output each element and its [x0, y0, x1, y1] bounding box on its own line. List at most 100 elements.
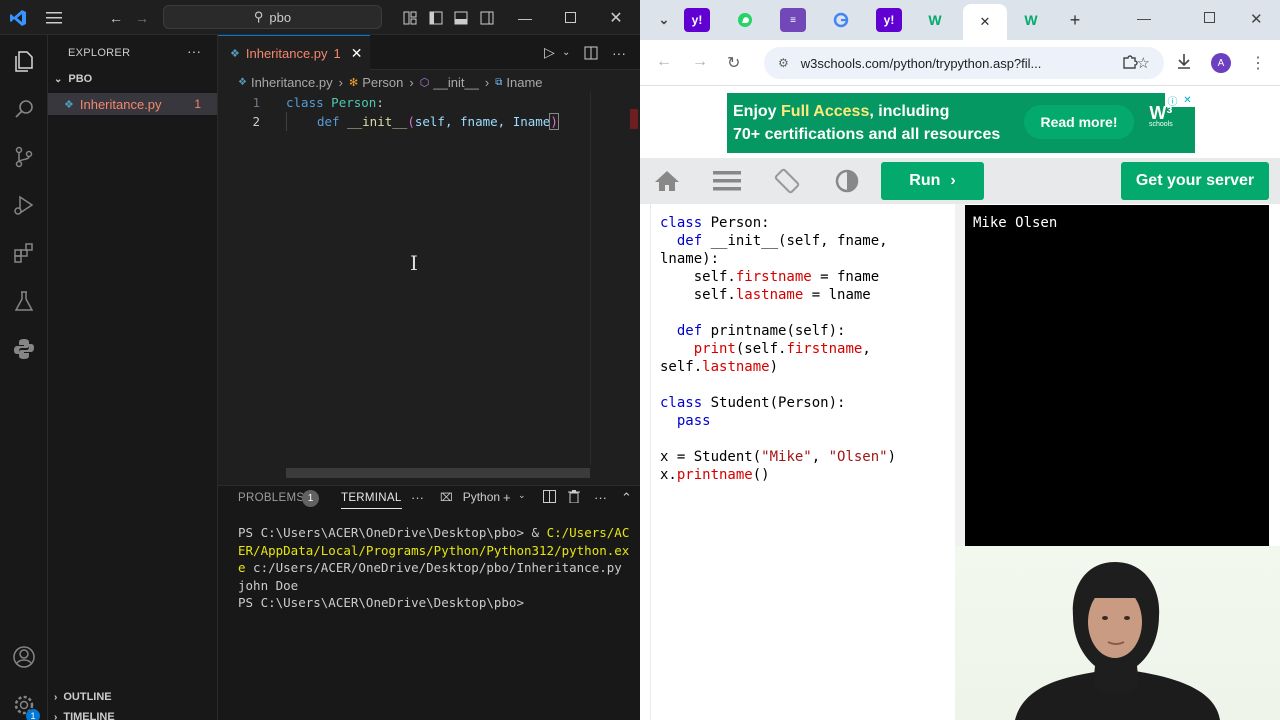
terminal-shell-selector[interactable]: ⌧ Python — [440, 490, 500, 504]
tab-problem-count: 1 — [333, 45, 341, 61]
breadcrumb-file[interactable]: Inheritance.py — [251, 75, 333, 90]
forward-arrow-icon[interactable]: → — [130, 0, 154, 35]
run-debug-icon[interactable] — [0, 181, 48, 229]
terminal-command-line: PS C:\Users\ACER\OneDrive\Desktop\pbo> &… — [238, 524, 630, 577]
get-server-button[interactable]: Get your server — [1121, 162, 1269, 200]
variable-symbol-icon: ⧉ — [495, 76, 503, 88]
back-arrow-icon[interactable]: ← — [104, 0, 128, 35]
breadcrumb-method[interactable]: __init__ — [433, 75, 479, 90]
new-tab-icon[interactable]: + — [1062, 8, 1088, 32]
split-terminal-icon[interactable] — [543, 490, 556, 503]
editor-more-icon[interactable]: ··· — [612, 35, 626, 70]
search-view-icon[interactable] — [0, 85, 48, 133]
accounts-icon[interactable] — [0, 633, 48, 681]
rotate-orientation-icon[interactable] — [767, 166, 807, 196]
breadcrumb: ❖ Inheritance.py › ✻ Person › ⬡ __init__… — [238, 73, 543, 91]
terminal-dropdown-icon[interactable]: ⌄ — [518, 490, 526, 501]
problems-badge: 1 — [302, 490, 319, 507]
terminal-arg: c:/Users/ACER/OneDrive/Desktop/pbo/Inher… — [245, 560, 622, 575]
url-text: w3schools.com/python/trypython.asp?fil..… — [800, 55, 1042, 71]
tab-terminal[interactable]: TERMINAL — [341, 492, 402, 509]
minimap[interactable] — [590, 91, 638, 465]
menu-icon[interactable] — [40, 0, 68, 35]
maximize-panel-icon[interactable]: ⌃ — [621, 490, 632, 506]
ad-banner[interactable]: Enjoy Full Access, including 70+ certifi… — [727, 93, 1195, 153]
chrome-window: ⌄ y! ≡ y! W ✕ W + — ✕ ← → ↻ ⚙ w3schools.… — [640, 0, 1280, 720]
panel-more-icon[interactable]: ··· — [411, 490, 424, 505]
tab-yahoo-1[interactable]: y! — [684, 8, 710, 32]
command-center-search[interactable]: ⚲ pbo — [163, 5, 382, 29]
bookmark-star-icon[interactable]: ☆ — [1137, 54, 1150, 72]
reload-icon[interactable]: ↻ — [727, 53, 740, 73]
tab-yahoo-2[interactable]: y! — [876, 8, 902, 32]
breadcrumb-variable[interactable]: Iname — [506, 75, 542, 90]
new-terminal-icon[interactable]: + — [503, 490, 511, 505]
ad-choices[interactable]: ⓘ ✕ — [1165, 93, 1195, 108]
run-button[interactable]: Run › — [881, 162, 984, 200]
profile-avatar[interactable]: A — [1211, 53, 1231, 73]
tab-inheritance[interactable]: ❖ Inheritance.py 1 ✕ — [218, 35, 370, 70]
minimize-icon[interactable]: — — [1137, 10, 1151, 26]
ad-info-icon[interactable]: ⓘ — [1165, 93, 1180, 108]
download-icon[interactable] — [1176, 53, 1192, 74]
tab-google-icon[interactable] — [828, 8, 854, 32]
timeline-section[interactable]: › TIMELINE — [54, 711, 115, 720]
close-window-icon[interactable]: ✕ — [605, 0, 627, 35]
extensions-puzzle-icon[interactable] — [1122, 53, 1138, 74]
maximize-icon[interactable] — [559, 0, 581, 35]
text-cursor-icon: I — [410, 251, 418, 275]
toggle-secondary-sidebar-icon[interactable] — [477, 0, 497, 35]
run-dropdown-icon[interactable]: ⌄ — [562, 35, 570, 70]
customize-layout-icon[interactable] — [400, 0, 420, 35]
hamburger-menu-icon[interactable] — [707, 166, 747, 196]
explorer-icon[interactable] — [0, 37, 48, 85]
toggle-panel-icon[interactable] — [451, 0, 471, 35]
horizontal-scrollbar[interactable] — [286, 468, 590, 478]
split-editor-icon[interactable] — [584, 35, 598, 70]
close-window-icon[interactable]: ✕ — [1250, 10, 1263, 28]
chrome-menu-icon[interactable]: ⋮ — [1250, 53, 1266, 73]
manage-gear-icon[interactable]: 1 — [0, 681, 48, 720]
python-icon[interactable] — [0, 325, 48, 373]
breadcrumb-class[interactable]: Person — [362, 75, 403, 90]
close-tab-icon[interactable]: ✕ — [351, 45, 363, 62]
tab-w3schools-active[interactable]: ✕ — [963, 4, 1007, 40]
back-icon[interactable]: ← — [656, 53, 672, 71]
ad-close-icon[interactable]: ✕ — [1180, 93, 1195, 107]
more-actions-icon[interactable]: ··· — [187, 43, 201, 59]
run-file-icon[interactable]: ▷ — [544, 35, 555, 70]
file-label: Inheritance.py — [79, 96, 162, 112]
tab-forms[interactable]: ≡ — [780, 8, 806, 32]
tryit-code-editor[interactable]: class Person: def __init__(self, fname, … — [650, 204, 955, 720]
folder-pbo[interactable]: ⌄ PBO — [54, 73, 92, 85]
line-2-content: def __init__(self, fname, Iname) — [317, 113, 559, 130]
read-more-button[interactable]: Read more! — [1024, 105, 1134, 139]
tab-w3schools-1[interactable]: W — [922, 8, 948, 32]
toggle-sidebar-icon[interactable] — [426, 0, 446, 35]
tab-w3schools-2[interactable]: W — [1018, 8, 1044, 32]
extensions-icon[interactable] — [0, 229, 48, 277]
minimize-icon[interactable]: — — [514, 0, 536, 35]
testing-flask-icon[interactable] — [0, 277, 48, 325]
site-info-icon[interactable]: ⚙ — [778, 56, 789, 70]
source-control-icon[interactable] — [0, 133, 48, 181]
tab-whatsapp-icon[interactable] — [732, 8, 758, 32]
tab-problems[interactable]: PROBLEMS — [238, 492, 304, 504]
ad-text: Enjoy — [733, 103, 782, 120]
tab-search-icon[interactable]: ⌄ — [651, 8, 677, 32]
trash-icon[interactable] — [568, 490, 580, 503]
panel-more-actions-icon[interactable]: ··· — [594, 490, 607, 505]
keyword: def — [317, 114, 340, 129]
dark-mode-icon[interactable] — [827, 166, 867, 196]
address-bar[interactable]: ⚙ w3schools.com/python/trypython.asp?fil… — [764, 47, 1164, 79]
chevron-right-icon: › — [54, 711, 58, 720]
file-inheritance[interactable]: ❖ Inheritance.py 1 — [48, 93, 217, 115]
maximize-icon[interactable] — [1204, 10, 1215, 26]
forward-icon[interactable]: → — [692, 53, 708, 71]
line-number: 1 — [252, 95, 260, 110]
scrollbar-error-marker — [630, 109, 638, 129]
outline-section[interactable]: › OUTLINE — [54, 691, 112, 703]
home-icon[interactable] — [647, 166, 687, 196]
close-tab-icon[interactable]: ✕ — [980, 14, 991, 30]
terminal-output[interactable]: PS C:\Users\ACER\OneDrive\Desktop\pbo> &… — [238, 524, 630, 612]
